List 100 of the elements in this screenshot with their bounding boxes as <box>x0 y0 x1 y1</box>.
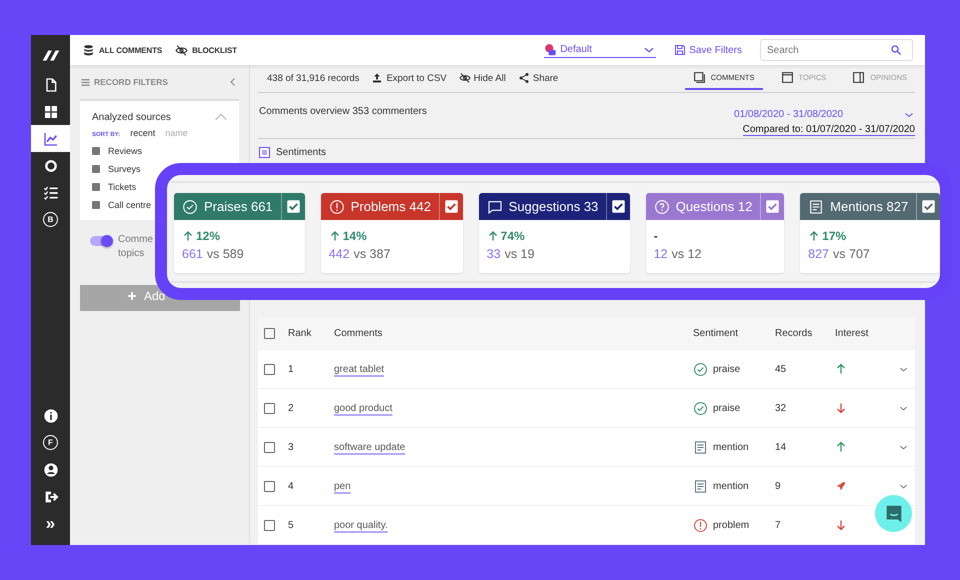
sort-option[interactable]: recent <box>130 128 156 138</box>
rank-cell-text: 1 <box>288 364 295 374</box>
checkbox-label: Sentiments <box>276 147 326 158</box>
sentiment-header[interactable]: Suggestions 33 <box>478 193 606 220</box>
column-header: Rank <box>288 328 312 338</box>
sentiment-label: praise <box>713 402 740 414</box>
change-value: 14% <box>342 229 367 243</box>
checkmark-icon <box>444 199 459 214</box>
sentiment-header[interactable]: Problems 442 <box>320 193 439 220</box>
change-value: 12% <box>196 229 220 243</box>
checkmark-icon <box>611 199 626 214</box>
expand-sidebar-button[interactable]: » <box>46 515 56 532</box>
checkbox[interactable] <box>92 165 100 173</box>
current-count: 442 <box>328 247 350 261</box>
user-icon[interactable] <box>42 462 58 478</box>
current-count: 661 <box>182 247 203 261</box>
search-field[interactable]: Search <box>760 39 913 61</box>
window-icon <box>780 70 794 84</box>
records-cell-text: 9 <box>775 480 782 492</box>
checkbox[interactable] <box>264 402 275 414</box>
previous-count: vs 707 <box>833 247 870 261</box>
stacked-squares-icon <box>692 70 706 84</box>
checkmark-icon <box>921 199 936 214</box>
plus-icon <box>126 290 138 302</box>
checkbox[interactable] <box>264 364 275 374</box>
sentiment-label: praise <box>713 364 740 374</box>
current-count: 827 <box>808 247 830 261</box>
letter-circle-icon[interactable]: B <box>43 212 58 227</box>
sentiment-label: problem <box>713 520 750 530</box>
records-cell-text: 14 <box>775 442 788 452</box>
record-count: 438 of 31,916 records <box>267 72 360 84</box>
check-circle-icon <box>693 362 708 376</box>
column-header: Comments <box>334 328 384 338</box>
toolbar-button[interactable]: Export to CSV <box>371 72 447 84</box>
checkbox[interactable] <box>264 520 275 530</box>
panel-title: RECORD FILTERS <box>94 77 168 87</box>
column-header: Interest <box>835 328 870 338</box>
check-circle-icon <box>182 198 198 214</box>
toolbar-button[interactable]: Share <box>518 72 558 84</box>
comment-link[interactable]: poor quality. <box>334 520 388 530</box>
previous-count: vs 12 <box>672 247 702 261</box>
search-input[interactable]: Search <box>767 41 890 59</box>
source-label: Call centre <box>108 200 152 210</box>
checklist-icon[interactable] <box>42 184 58 200</box>
document-lines-icon <box>693 478 708 494</box>
comment-link[interactable]: software update <box>334 442 406 452</box>
date-range-picker[interactable]: 01/08/2020 - 31/08/2020 Compared to: 01/07/2020 - 31/07/2020 <box>734 108 915 138</box>
records-cell-text: 32 <box>775 402 788 414</box>
checkbox[interactable] <box>92 201 100 209</box>
save-filters-link[interactable]: Save Filters <box>674 44 742 56</box>
toolbar-button[interactable]: Hide All <box>458 72 506 84</box>
rank-cell-text: 3 <box>288 442 295 452</box>
ring-icon[interactable] <box>42 158 58 174</box>
checkbox[interactable] <box>264 480 275 492</box>
sentiment-header[interactable]: Mentions 827 <box>800 193 916 220</box>
letter-circle-icon[interactable]: F <box>43 435 58 450</box>
question-circle-icon <box>654 198 670 214</box>
comment-link[interactable]: pen <box>334 480 351 492</box>
sign-out-icon[interactable] <box>42 488 58 504</box>
checkbox[interactable] <box>92 147 100 155</box>
source-label: Reviews <box>108 146 142 156</box>
sentiment-label: mention <box>713 480 749 492</box>
chart-icon[interactable] <box>42 130 58 146</box>
records-cell-text: 7 <box>775 520 782 530</box>
alert-circle-icon <box>328 198 345 214</box>
previous-count: vs 19 <box>504 247 534 261</box>
info-icon[interactable] <box>42 408 58 424</box>
grid-icon[interactable] <box>42 104 58 120</box>
records-cell-text: 45 <box>775 364 788 374</box>
checkbox[interactable] <box>264 328 275 338</box>
menu-icon <box>80 76 91 88</box>
nav-link[interactable]: ALL COMMENTS <box>82 44 162 56</box>
current-count: 33 <box>486 247 501 261</box>
profile-dropdown[interactable]: Default <box>544 42 656 58</box>
toggle-label: Comme topics <box>118 233 154 261</box>
source-label: Tickets <box>108 182 136 192</box>
checkbox[interactable] <box>259 147 270 158</box>
search-icon <box>890 44 902 56</box>
check-circle-icon <box>693 400 708 416</box>
checkbox[interactable] <box>264 442 275 452</box>
sentiment-header[interactable]: Praises 661 <box>174 193 281 220</box>
save-icon <box>674 44 686 56</box>
rank-cell-text: 2 <box>288 402 295 414</box>
upload-icon <box>371 72 384 84</box>
comment-link[interactable]: great tablet <box>334 364 384 374</box>
previous-count: vs 589 <box>206 247 244 261</box>
rank-cell-text: 5 <box>288 520 295 530</box>
nav-link[interactable]: BLOCKLIST <box>175 44 237 56</box>
change-value: 17% <box>822 229 846 243</box>
rank-cell-text: 4 <box>288 480 295 492</box>
section-title: Analyzed sources <box>92 112 171 122</box>
comment-link[interactable]: good product <box>334 402 392 414</box>
document-lines-icon <box>808 198 824 214</box>
toggle-switch[interactable] <box>90 236 112 246</box>
overview-title: Comments overview 353 commenters <box>259 106 427 119</box>
eye-off-icon <box>458 72 471 84</box>
sentiment-header[interactable]: Questions 12 <box>646 193 760 220</box>
share-icon <box>518 72 530 84</box>
checkbox[interactable] <box>92 183 100 191</box>
alert-circle-icon <box>693 518 708 532</box>
